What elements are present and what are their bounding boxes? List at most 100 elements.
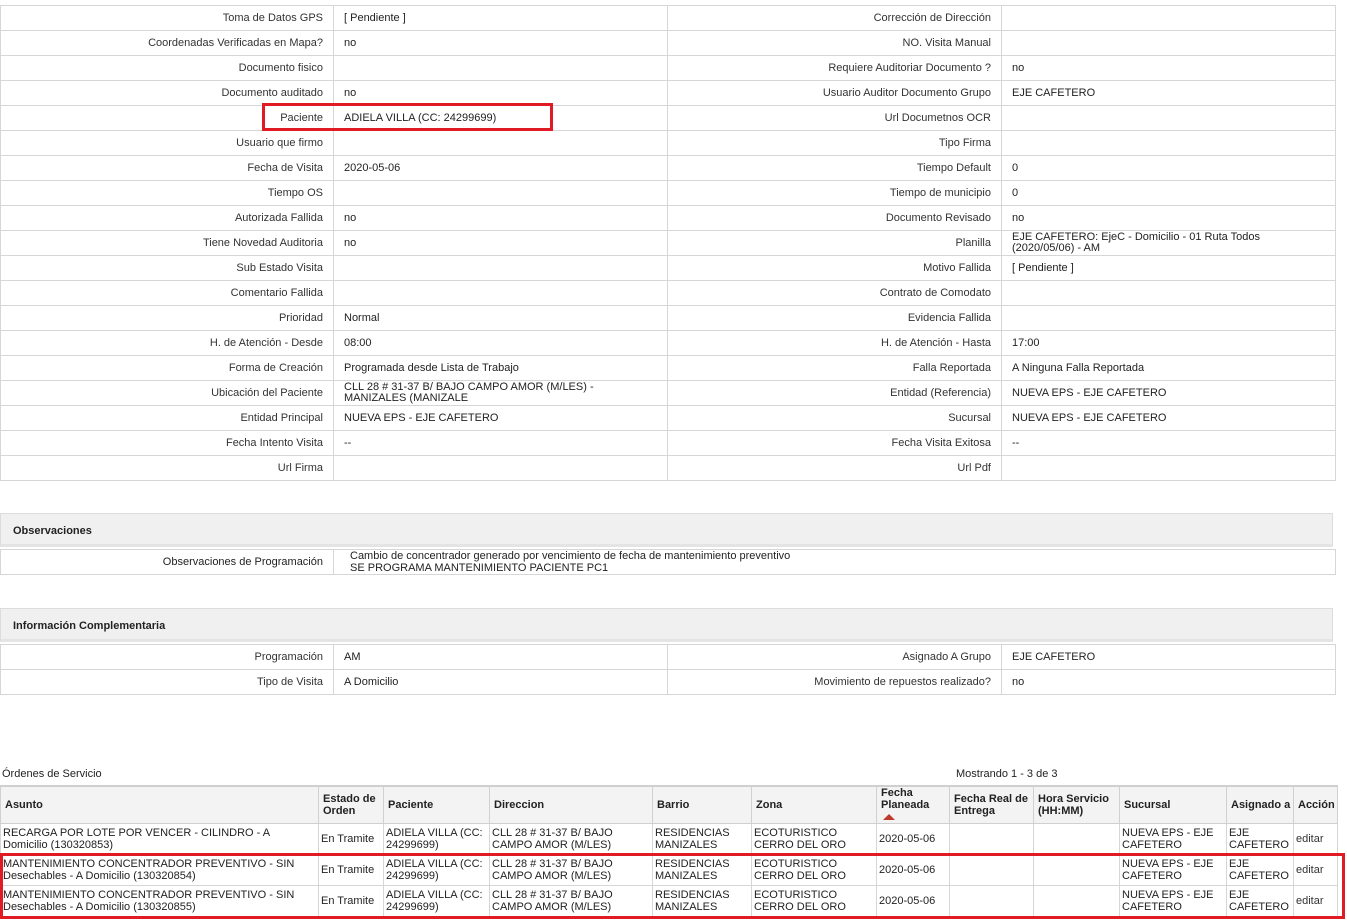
- order-cell-real: [949, 885, 1034, 917]
- detail-value: [333, 255, 668, 281]
- orders-header-label: Fecha Real de Entrega: [954, 793, 1028, 817]
- orders-header-label: Hora Servicio (HH:MM): [1038, 793, 1109, 817]
- detail-value: 2020-05-06: [333, 155, 668, 181]
- detail-label: Entidad Principal: [0, 405, 334, 431]
- detail-value: 08:00: [333, 330, 668, 356]
- detail-label: Motivo Fallida: [667, 255, 1002, 281]
- orders-header-label: Sucursal: [1124, 799, 1171, 811]
- detail-value: [1001, 30, 1336, 56]
- detail-label: Forma de Creación: [0, 355, 334, 381]
- detail-value: --: [1001, 430, 1336, 456]
- detail-label: Documento Revisado: [667, 205, 1002, 231]
- observaciones-value: Cambio de concentrador generado por venc…: [333, 549, 1336, 575]
- detail-label: Tipo Firma: [667, 130, 1002, 156]
- order-cell-real: [949, 823, 1034, 855]
- detail-label: NO. Visita Manual: [667, 30, 1002, 56]
- orders-header-label: Direccion: [494, 799, 545, 811]
- detail-value: NUEVA EPS - EJE CAFETERO: [1001, 380, 1336, 406]
- complementaria-value: A Domicilio: [333, 669, 668, 695]
- orders-header-cell[interactable]: Barrio: [652, 785, 752, 824]
- detail-value: --: [333, 430, 668, 456]
- complementaria-header: Información Complementaria: [0, 608, 1333, 642]
- detail-label: Url Documetnos OCR: [667, 105, 1002, 131]
- detail-label: Corrección de Dirección: [667, 5, 1002, 31]
- order-cell-zona: ECOTURISTICO CERRO DEL ORO: [751, 823, 877, 855]
- order-cell-asunto: RECARGA POR LOTE POR VENCER - CILINDRO -…: [0, 823, 319, 855]
- edit-link[interactable]: editar: [1293, 885, 1338, 917]
- detail-value: [1001, 130, 1336, 156]
- orders-header-cell[interactable]: Asunto: [0, 785, 319, 824]
- orders-header-label: Asunto: [5, 799, 43, 811]
- complementaria-table: Programación AM Asignado A Grupo EJE CAFETE…: [0, 644, 1336, 695]
- detail-label: Prioridad: [0, 305, 334, 331]
- orders-header-cell[interactable]: Fecha Planeada: [876, 785, 950, 824]
- detail-label: Url Firma: [0, 455, 334, 481]
- observaciones-line-1: Cambio de concentrador generado por venc…: [350, 550, 791, 562]
- orders-header-cell[interactable]: Fecha Real de Entrega: [949, 785, 1034, 824]
- orders-header-cell[interactable]: Sucursal: [1119, 785, 1227, 824]
- detail-label: Sub Estado Visita: [0, 255, 334, 281]
- orders-header-label: Fecha Planeada: [881, 787, 930, 811]
- orders-header-cell[interactable]: Estado de Orden: [318, 785, 384, 824]
- detail-value: Normal: [333, 305, 668, 331]
- order-cell-sucursal: NUEVA EPS - EJE CAFETERO: [1119, 885, 1227, 917]
- orders-header-cell[interactable]: Direccion: [489, 785, 653, 824]
- detail-row: Ubicación del Paciente CLL 28 # 31-37 B/ …: [0, 380, 1336, 406]
- detail-label: Documento auditado: [0, 80, 334, 106]
- detail-label: Comentario Fallida: [0, 280, 334, 306]
- detail-row: Usuario que firmo Tipo Firma: [0, 130, 1336, 156]
- table-row: MANTENIMIENTO CONCENTRADOR PREVENTIVO - …: [0, 854, 1338, 886]
- observaciones-line-2: SE PROGRAMA MANTENIMIENTO PACIENTE PC1: [350, 562, 609, 574]
- detail-value: EJE CAFETERO: EjeC - Domicilio - 01 Ruta…: [1001, 230, 1336, 256]
- order-cell-barrio: RESIDENCIAS MANIZALES: [652, 823, 752, 855]
- detail-label: Tiempo de municipio: [667, 180, 1002, 206]
- detail-label: Tiempo OS: [0, 180, 334, 206]
- observaciones-header: Observaciones: [0, 513, 1333, 547]
- detail-value: no: [333, 205, 668, 231]
- detail-value: no: [333, 80, 668, 106]
- order-cell-sucursal: NUEVA EPS - EJE CAFETERO: [1119, 854, 1227, 886]
- order-cell-hora: [1033, 854, 1120, 886]
- detail-value: no: [1001, 55, 1336, 81]
- detail-value: NUEVA EPS - EJE CAFETERO: [1001, 405, 1336, 431]
- detail-value: [ Pendiente ]: [1001, 255, 1336, 281]
- order-cell-paciente: ADIELA VILLA (CC: 24299699): [383, 823, 490, 855]
- orders-header-label: Acción: [1298, 799, 1335, 811]
- orders-header-cell[interactable]: Zona: [751, 785, 877, 824]
- detail-value: CLL 28 # 31-37 B/ BAJO CAMPO AMOR (M/LES…: [333, 380, 668, 406]
- edit-link[interactable]: editar: [1293, 854, 1338, 886]
- detail-value: ADIELA VILLA (CC: 24299699): [333, 105, 668, 131]
- orders-title: Órdenes de Servicio: [2, 768, 102, 780]
- orders-table: Asunto Estado de Orden Paciente Direccion Ba…: [0, 785, 1338, 917]
- detail-label: Falla Reportada: [667, 355, 1002, 381]
- order-cell-paciente: ADIELA VILLA (CC: 24299699): [383, 854, 490, 886]
- order-cell-asunto: MANTENIMIENTO CONCENTRADOR PREVENTIVO - …: [0, 885, 319, 917]
- detail-value: [1001, 305, 1336, 331]
- detail-row: Documento auditado no Usuario Auditor Doc…: [0, 80, 1336, 106]
- detail-row: H. de Atención - Desde 08:00 H. de Atenció…: [0, 330, 1336, 356]
- detail-row: Entidad Principal NUEVA EPS - EJE CAFETER…: [0, 405, 1336, 431]
- orders-header-cell[interactable]: Hora Servicio (HH:MM): [1033, 785, 1120, 824]
- order-cell-estado: En Tramite: [318, 823, 384, 855]
- detail-row: Prioridad Normal Evidencia Fallida: [0, 305, 1336, 331]
- detail-label: Paciente: [0, 105, 334, 131]
- table-row: RECARGA POR LOTE POR VENCER - CILINDRO -…: [0, 823, 1338, 855]
- order-cell-zona: ECOTURISTICO CERRO DEL ORO: [751, 885, 877, 917]
- detail-value: [1001, 105, 1336, 131]
- detail-row: Coordenadas Verificadas en Mapa? no NO. V…: [0, 30, 1336, 56]
- sort-asc-icon[interactable]: [883, 814, 895, 820]
- orders-header-cell[interactable]: Paciente: [383, 785, 490, 824]
- order-cell-sucursal: NUEVA EPS - EJE CAFETERO: [1119, 823, 1227, 855]
- orders-header-cell[interactable]: Acción: [1293, 785, 1338, 824]
- detail-label: Ubicación del Paciente: [0, 380, 334, 406]
- orders-header-label: Estado de Orden: [323, 793, 376, 817]
- order-cell-fecha: 2020-05-06: [876, 854, 950, 886]
- complementaria-label: Tipo de Visita: [0, 669, 334, 695]
- detail-value: 0: [1001, 155, 1336, 181]
- complementaria-label: Asignado A Grupo: [667, 644, 1002, 670]
- detail-label: Tiempo Default: [667, 155, 1002, 181]
- detail-label: Contrato de Comodato: [667, 280, 1002, 306]
- orders-header-cell[interactable]: Asignado a: [1226, 785, 1294, 824]
- edit-link[interactable]: editar: [1293, 823, 1338, 855]
- detail-row: Url Firma Url Pdf: [0, 455, 1336, 481]
